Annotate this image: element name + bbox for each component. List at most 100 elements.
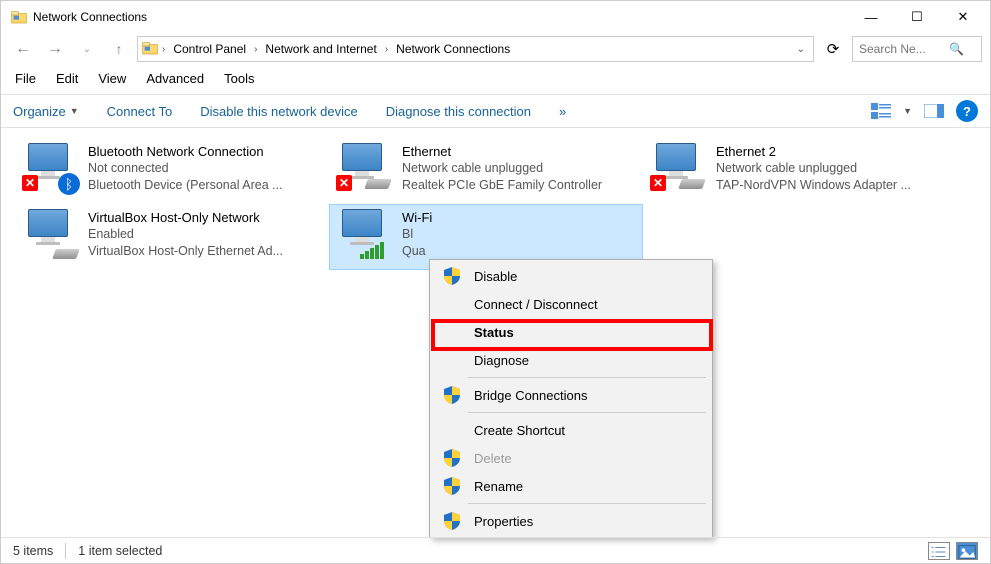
- refresh-button[interactable]: ⟳: [818, 36, 848, 62]
- shield-icon: [444, 449, 460, 467]
- connection-status: Network cable unplugged: [716, 160, 911, 177]
- ethernet-plug-icon: [364, 179, 392, 189]
- ctx-connect-disconnect[interactable]: Connect / Disconnect: [432, 290, 710, 318]
- back-button[interactable]: ←: [9, 35, 37, 63]
- menu-file[interactable]: File: [13, 69, 38, 88]
- ctx-bridge-connections[interactable]: Bridge Connections: [432, 381, 710, 409]
- search-icon: 🔍: [949, 42, 964, 56]
- ctx-create-shortcut-label: Create Shortcut: [474, 423, 565, 438]
- minimize-button[interactable]: —: [848, 1, 894, 33]
- diagnose-connection-button[interactable]: Diagnose this connection: [386, 104, 531, 119]
- adapter-icon: [336, 209, 394, 263]
- crumb-control-panel[interactable]: Control Panel: [169, 40, 250, 58]
- shield-icon: [444, 386, 460, 404]
- disconnected-x-icon: ✕: [22, 175, 38, 191]
- connection-ethernet[interactable]: ✕ Ethernet Network cable unplugged Realt…: [329, 138, 643, 204]
- search-box[interactable]: 🔍: [852, 36, 982, 62]
- connection-device: VirtualBox Host-Only Ethernet Ad...: [88, 243, 283, 260]
- connection-name: Wi-Fi: [402, 209, 432, 226]
- ethernet-plug-icon: [52, 249, 80, 259]
- connection-status: Enabled: [88, 226, 283, 243]
- status-item-count: 5 items: [13, 544, 53, 558]
- connection-device: Realtek PCIe GbE Family Controller: [402, 177, 602, 194]
- disconnected-x-icon: ✕: [336, 175, 352, 191]
- change-view-button[interactable]: [869, 100, 893, 122]
- ctx-create-shortcut[interactable]: Create Shortcut: [432, 416, 710, 444]
- connection-name: Ethernet 2: [716, 143, 911, 160]
- preview-pane-button[interactable]: [922, 100, 946, 122]
- search-input[interactable]: [859, 42, 945, 56]
- addressbar-dropdown[interactable]: ⌄: [793, 44, 809, 55]
- menu-view[interactable]: View: [96, 69, 128, 88]
- connection-device: Bluetooth Device (Personal Area ...: [88, 177, 283, 194]
- large-icons-view-button[interactable]: [956, 542, 978, 560]
- ctx-delete-label: Delete: [474, 451, 512, 466]
- crumb-network-connections[interactable]: Network Connections: [392, 40, 514, 58]
- crumb-sep[interactable]: ›: [252, 44, 259, 55]
- bluetooth-icon: ᛒ: [58, 173, 80, 195]
- ctx-delete: Delete: [432, 444, 710, 472]
- maximize-button[interactable]: ☐: [894, 1, 940, 33]
- ctx-diagnose-label: Diagnose: [474, 353, 529, 368]
- context-menu: Disable Connect / Disconnect Status Diag…: [429, 259, 713, 538]
- wifi-signal-icon: [360, 242, 384, 259]
- connect-to-button[interactable]: Connect To: [107, 104, 173, 119]
- organize-button[interactable]: Organize ▼: [13, 104, 79, 119]
- details-view-button[interactable]: [928, 542, 950, 560]
- connection-device: TAP-NordVPN Windows Adapter ...: [716, 177, 911, 194]
- connection-virtualbox[interactable]: VirtualBox Host-Only Network Enabled Vir…: [15, 204, 329, 270]
- crumb-sep[interactable]: ›: [160, 44, 167, 55]
- adapter-icon: [22, 209, 80, 263]
- connection-status: Not connected: [88, 160, 283, 177]
- forward-button[interactable]: →: [41, 35, 69, 63]
- view-dropdown-icon[interactable]: ▼: [903, 106, 912, 116]
- chevron-down-icon: ▼: [70, 106, 79, 116]
- disable-device-button[interactable]: Disable this network device: [200, 104, 358, 119]
- status-divider: [65, 543, 66, 559]
- connection-bluetooth[interactable]: ✕ ᛒ Bluetooth Network Connection Not con…: [15, 138, 329, 204]
- title-bar: Network Connections — ☐ ✕: [1, 1, 990, 33]
- status-selected-count: 1 item selected: [78, 544, 162, 558]
- connection-name: VirtualBox Host-Only Network: [88, 209, 283, 226]
- ctx-diagnose[interactable]: Diagnose: [432, 346, 710, 374]
- adapter-icon: ✕ ᛒ: [22, 143, 80, 197]
- help-button[interactable]: ?: [956, 100, 978, 122]
- ctx-separator: [468, 377, 706, 378]
- navigation-row: ← → ⌄ ↑ › Control Panel › Network and In…: [1, 33, 990, 65]
- menu-advanced[interactable]: Advanced: [144, 69, 206, 88]
- menu-bar: File Edit View Advanced Tools: [1, 65, 990, 94]
- connection-status: Network cable unplugged: [402, 160, 602, 177]
- ctx-separator: [468, 503, 706, 504]
- ctx-status-label: Status: [474, 325, 514, 340]
- ctx-properties-label: Properties: [474, 514, 533, 529]
- ctx-rename[interactable]: Rename: [432, 472, 710, 500]
- command-bar: Organize ▼ Connect To Disable this netwo…: [1, 94, 990, 128]
- ctx-connect-disconnect-label: Connect / Disconnect: [474, 297, 598, 312]
- shield-icon: [444, 477, 460, 495]
- disconnected-x-icon: ✕: [650, 175, 666, 191]
- ctx-disable[interactable]: Disable: [432, 262, 710, 290]
- up-button[interactable]: ↑: [105, 35, 133, 63]
- ctx-status[interactable]: Status: [432, 318, 710, 346]
- organize-label: Organize: [13, 104, 66, 119]
- menu-tools[interactable]: Tools: [222, 69, 256, 88]
- ethernet-plug-icon: [678, 179, 706, 189]
- ctx-rename-label: Rename: [474, 479, 523, 494]
- shield-icon: [444, 267, 460, 285]
- ctx-properties[interactable]: Properties: [432, 507, 710, 535]
- close-button[interactable]: ✕: [940, 1, 986, 33]
- connection-name: Ethernet: [402, 143, 602, 160]
- ctx-disable-label: Disable: [474, 269, 517, 284]
- adapter-icon: ✕: [650, 143, 708, 197]
- crumb-network-internet[interactable]: Network and Internet: [261, 40, 380, 58]
- shield-icon: [444, 512, 460, 530]
- address-bar[interactable]: › Control Panel › Network and Internet ›…: [137, 36, 814, 62]
- window-icon: [11, 9, 27, 25]
- addressbar-icon: [142, 40, 158, 59]
- more-commands-button[interactable]: »: [559, 104, 566, 119]
- connection-ethernet-2[interactable]: ✕ Ethernet 2 Network cable unplugged TAP…: [643, 138, 957, 204]
- connection-device: Qua: [402, 243, 432, 260]
- menu-edit[interactable]: Edit: [54, 69, 80, 88]
- crumb-sep[interactable]: ›: [383, 44, 390, 55]
- recent-locations-button[interactable]: ⌄: [73, 35, 101, 63]
